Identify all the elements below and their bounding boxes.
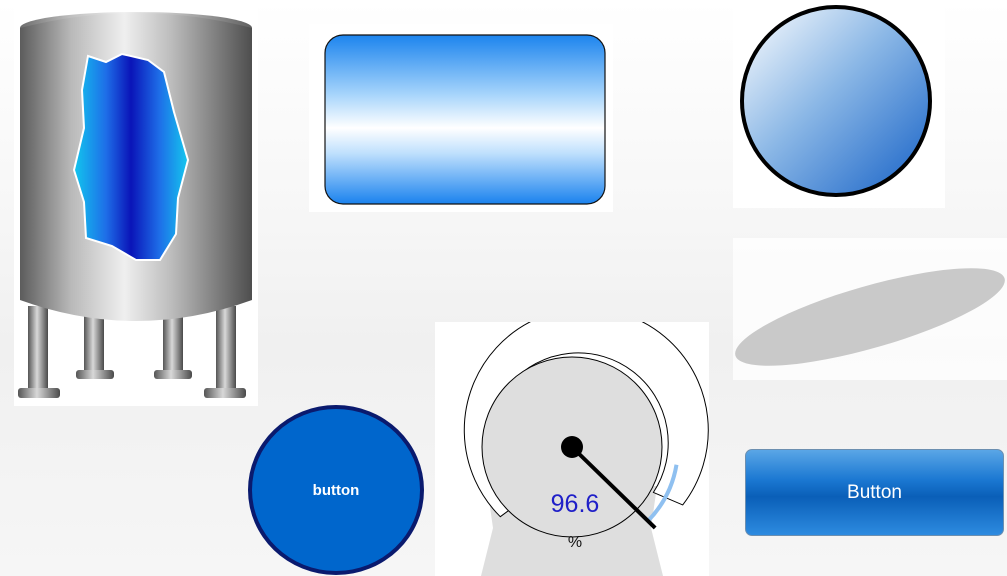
gradient-circle: [740, 5, 932, 197]
tilted-ellipse: [735, 268, 1005, 366]
blue-button[interactable]: Button: [745, 449, 1004, 536]
gauge-unit: %: [567, 534, 583, 551]
blue-button-label: Button: [847, 481, 902, 503]
circle-button[interactable]: button: [248, 405, 424, 575]
gauge-value: 96.6: [550, 490, 600, 518]
gradient-rounded-rectangle: [324, 34, 606, 205]
gauge-hub: [561, 436, 583, 458]
storage-tank-icon: [18, 12, 252, 398]
circle-button-label: button: [312, 481, 360, 499]
